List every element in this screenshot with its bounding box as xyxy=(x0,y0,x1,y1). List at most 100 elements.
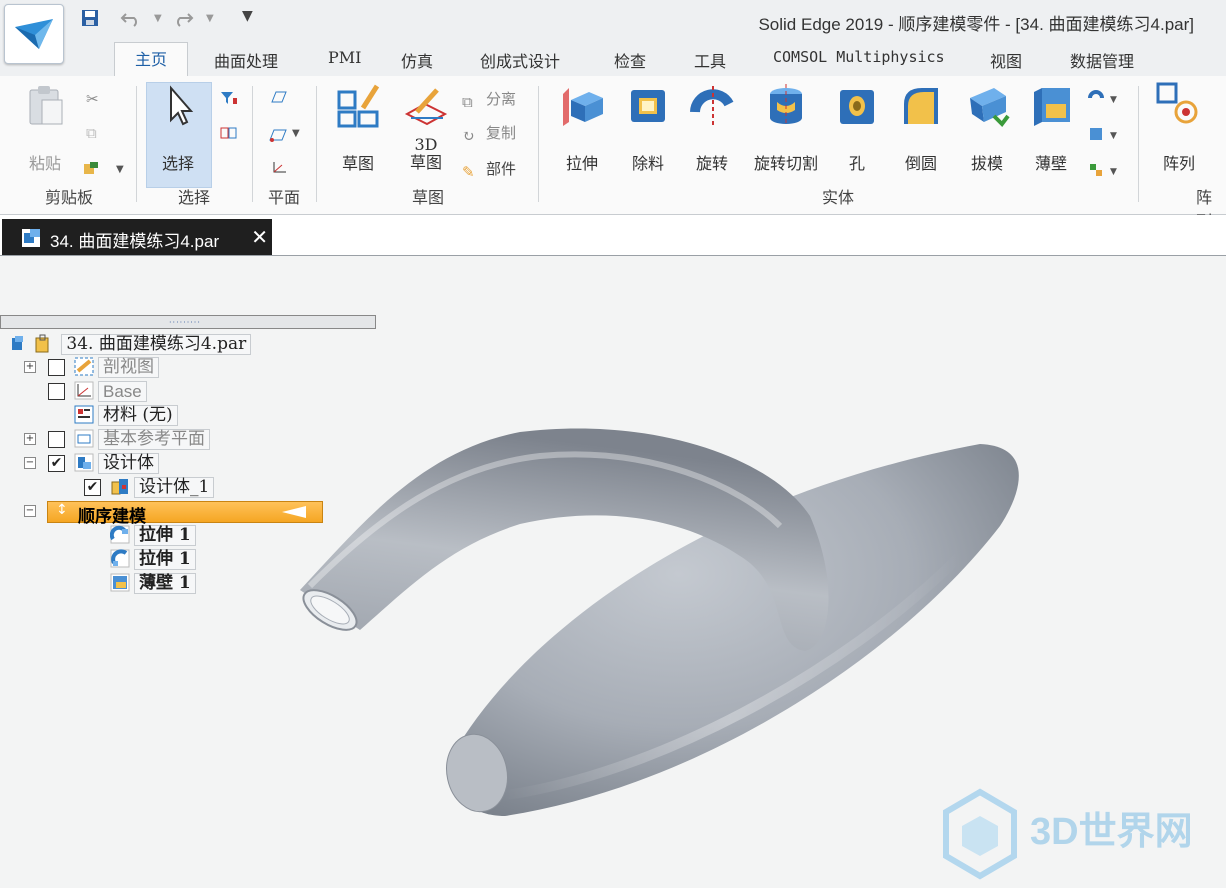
svg-text:▼: ▼ xyxy=(1110,167,1117,177)
tree-item-design-body-1[interactable]: 设计体_1 xyxy=(110,477,215,498)
cut-button[interactable]: 除料 xyxy=(622,82,674,174)
section-view-icon xyxy=(74,357,94,376)
undo-icon[interactable] xyxy=(120,8,142,32)
feature-label: 拉伸 1 xyxy=(134,549,196,570)
select-button[interactable]: 选择 xyxy=(150,82,206,174)
solid-more-1-icon[interactable]: ▼ xyxy=(1088,90,1118,110)
angled-plane-icon[interactable] xyxy=(268,126,288,146)
thin-wall-feature-icon xyxy=(110,573,130,592)
feature-label: 薄壁 1 xyxy=(134,573,196,594)
close-document-icon[interactable]: ✕ xyxy=(251,225,268,249)
tree-item-extrude-1[interactable]: 拉伸 1 xyxy=(109,525,196,546)
tab-comsol[interactable]: COMSOL Multiphysics xyxy=(773,48,945,66)
paste-options-dropdown-icon[interactable]: ▼ xyxy=(116,164,124,175)
tab-surfacing[interactable]: 曲面处理 xyxy=(214,48,278,72)
tree-root[interactable]: 34. 曲面建模练习4.par xyxy=(10,334,252,355)
3d-sketch-label-bottom: 草图 xyxy=(409,153,442,172)
undo-dropdown-icon[interactable]: ▼ xyxy=(154,13,162,24)
tree-item-section-view[interactable]: 剖视图 xyxy=(74,357,159,378)
design-body-checkbox[interactable]: ✔ xyxy=(48,455,65,472)
tree-item-ordered-highlight[interactable]: ↕ 顺序建模 xyxy=(47,501,323,527)
select-tools-icon[interactable] xyxy=(220,126,238,144)
split-button[interactable]: ⧉ 分离 xyxy=(462,88,516,111)
redo-dropdown-icon[interactable]: ▼ xyxy=(206,13,214,24)
redo-icon[interactable] xyxy=(172,8,194,32)
hole-button[interactable]: 孔 xyxy=(834,82,880,174)
cursor-arrow-icon xyxy=(155,82,201,128)
revolve-cut-button[interactable]: 旋转切割 xyxy=(748,82,824,174)
copy-icon[interactable]: ⧉ xyxy=(86,124,97,142)
tab-inspect[interactable]: 检查 xyxy=(614,48,646,72)
part-file-icon xyxy=(22,229,40,247)
section-view-checkbox[interactable] xyxy=(48,359,65,376)
pattern-button[interactable]: 阵列 xyxy=(1154,82,1204,174)
base-checkbox[interactable] xyxy=(48,383,65,400)
coordinate-system-icon[interactable] xyxy=(270,160,288,180)
cut-icon[interactable]: ✂ xyxy=(86,90,99,108)
format-painter-icon[interactable] xyxy=(82,160,100,180)
paste-button[interactable]: 粘贴 xyxy=(18,82,72,174)
rollback-pointer-icon[interactable] xyxy=(280,505,308,519)
extrude-label: 拉伸 xyxy=(565,154,598,173)
tab-tools[interactable]: 工具 xyxy=(694,48,726,72)
revolve-cut-label: 旋转切割 xyxy=(753,154,818,173)
copy-label: 复制 xyxy=(486,124,517,142)
group-separator xyxy=(1138,86,1139,202)
section-view-label: 剖视图 xyxy=(98,357,159,378)
round-button[interactable]: 倒圆 xyxy=(898,82,944,174)
coincident-plane-icon[interactable] xyxy=(270,90,288,110)
tree-item-thin-wall-1[interactable]: 薄壁 1 xyxy=(110,573,196,594)
customize-qat-icon[interactable]: ▼ xyxy=(242,8,253,24)
tree-item-design-body[interactable]: 设计体 xyxy=(74,453,159,474)
selection-filter-icon[interactable] xyxy=(220,90,238,110)
extrude-feature-icon xyxy=(109,525,130,544)
tree-item-extrude-2[interactable]: 拉伸 1 xyxy=(110,549,196,570)
save-icon[interactable] xyxy=(80,8,100,32)
expand-ref-planes-icon[interactable]: + xyxy=(24,433,36,445)
tab-data-management[interactable]: 数据管理 xyxy=(1070,48,1134,72)
tab-simulation[interactable]: 仿真 xyxy=(401,48,433,72)
tab-home[interactable]: 主页 xyxy=(114,42,189,77)
feature-label: 拉伸 1 xyxy=(134,525,196,546)
design-body-1-checkbox[interactable]: ✔ xyxy=(84,479,101,496)
expand-section-view-icon[interactable]: + xyxy=(24,361,36,373)
tree-item-ref-planes[interactable]: 基本参考平面 xyxy=(74,429,210,450)
solid-more-2-icon[interactable]: ▼ xyxy=(1088,126,1118,146)
document-tab[interactable]: 34. 曲面建模练习4.par ✕ xyxy=(2,219,272,255)
app-menu-button[interactable] xyxy=(4,4,64,64)
extrude-button[interactable]: 拉伸 xyxy=(556,82,608,174)
ribbon-tabs: 主页 曲面处理 PMI 仿真 创成式设计 检查 工具 COMSOL Multip… xyxy=(0,40,1226,77)
paste-label: 粘贴 xyxy=(28,154,61,173)
design-body-label: 设计体 xyxy=(98,453,159,474)
thin-wall-button[interactable]: 薄壁 xyxy=(1028,82,1074,174)
tree-item-material[interactable]: 材料 (无) xyxy=(74,405,178,426)
sketch-icon xyxy=(335,82,381,128)
collapse-design-body-icon[interactable]: − xyxy=(24,457,36,469)
ref-planes-checkbox[interactable] xyxy=(48,431,65,448)
group-separator xyxy=(538,86,539,202)
tree-item-base[interactable]: Base xyxy=(74,381,147,402)
3d-sketch-button[interactable]: 3D 草图 xyxy=(398,82,454,172)
revolve-label: 旋转 xyxy=(695,154,728,173)
revolve-button[interactable]: 旋转 xyxy=(686,82,738,174)
copy-button[interactable]: ↻ 复制 xyxy=(462,122,517,145)
collapse-ordered-icon[interactable]: − xyxy=(24,505,36,517)
part-button[interactable]: ✎ 部件 xyxy=(462,158,516,181)
revolve-icon xyxy=(689,82,735,128)
solid-more-3-icon[interactable]: ▼ xyxy=(1088,162,1118,182)
ref-plane-icon xyxy=(74,429,94,448)
draft-button[interactable]: 拔模 xyxy=(962,82,1012,174)
ref-planes-label: 基本参考平面 xyxy=(98,429,210,450)
material-icon xyxy=(74,405,94,424)
tab-view[interactable]: 视图 xyxy=(990,48,1022,72)
tab-generative-design[interactable]: 创成式设计 xyxy=(480,48,560,72)
plane-dropdown-icon[interactable]: ▼ xyxy=(292,128,300,139)
sketch-button[interactable]: 草图 xyxy=(330,82,386,174)
draft-icon xyxy=(964,82,1010,128)
svg-text:▼: ▼ xyxy=(1110,131,1117,141)
tab-pmi[interactable]: PMI xyxy=(328,48,361,67)
3d-sketch-icon xyxy=(403,82,449,128)
hole-label: 孔 xyxy=(848,154,865,173)
group-separator xyxy=(316,86,317,202)
pathfinder-splitter[interactable]: ········· xyxy=(0,315,376,329)
